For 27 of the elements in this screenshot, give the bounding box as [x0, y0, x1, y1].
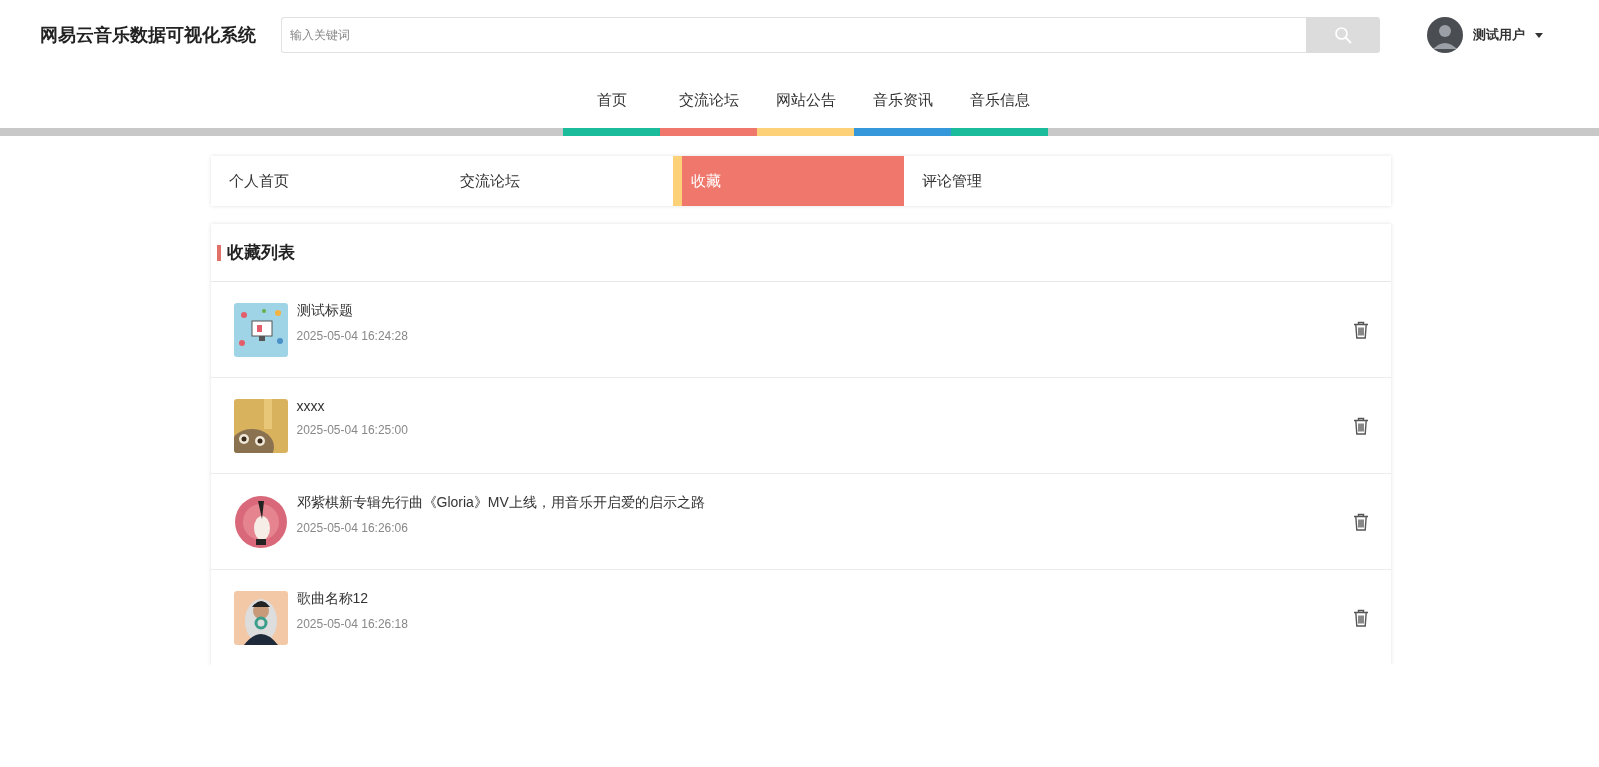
favorite-time: 2025-05-04 16:24:28 [296, 329, 409, 343]
tab[interactable]: 评论管理 [903, 156, 1135, 206]
favorite-title[interactable]: xxxx [296, 398, 1351, 414]
favorite-time: 2025-05-04 16:25:00 [296, 423, 409, 437]
site-title: 网易云音乐数据可视化系统 [40, 24, 257, 47]
nav-link[interactable]: 交流论坛 [678, 70, 739, 128]
favorite-time: 2025-05-04 16:26:06 [296, 521, 409, 535]
nav-link[interactable]: 网站公告 [775, 70, 836, 128]
caret-icon [1535, 32, 1543, 38]
search-field[interactable]: 输入关键词 [281, 17, 1306, 53]
tab[interactable]: 个人首页 [210, 156, 442, 206]
favorite-time: 2025-05-04 16:26:18 [296, 617, 409, 631]
favorite-title[interactable]: 测试标题 [296, 302, 1351, 320]
nav-link[interactable]: 音乐信息 [969, 70, 1030, 128]
favorite-title[interactable]: 歌曲名称12 [296, 590, 1351, 608]
nav-link[interactable]: 首页 [596, 70, 627, 128]
tab[interactable]: 交流论坛 [441, 156, 673, 206]
nav-link[interactable]: 音乐资讯 [872, 70, 933, 128]
trash-icon [1352, 608, 1369, 627]
search-icon [1334, 26, 1352, 44]
avatar-icon [1427, 17, 1463, 53]
trash-icon [1352, 512, 1369, 531]
favorite-title[interactable]: 邓紫棋新专辑先行曲《Gloria》MV上线，用音乐开启爱的启示之路 [296, 494, 1351, 512]
user-name[interactable]: 测试用户 [1473, 26, 1525, 44]
trash-icon [1352, 320, 1369, 339]
section-title: 收藏列表 [226, 242, 295, 264]
trash-icon [1352, 416, 1369, 435]
